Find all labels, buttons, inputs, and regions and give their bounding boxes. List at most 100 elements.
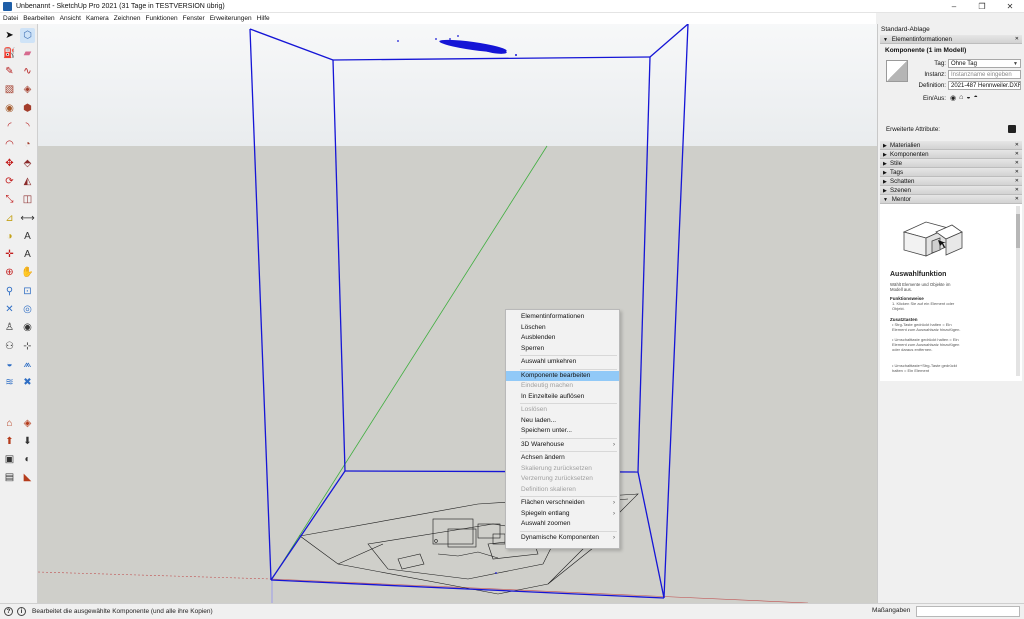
previous-view-tool-button[interactable]: ◎ [20, 303, 35, 318]
context-menu-item[interactable]: Auswahl umkehren [506, 357, 619, 368]
zoom-window-tool-button[interactable]: ⊡ [20, 284, 35, 299]
menu-bearbeiten[interactable]: Bearbeiten [23, 15, 54, 22]
walk-tool-button[interactable]: ⚇ [2, 339, 17, 354]
tray-header-materialien[interactable]: ▶ Materialien ✕ [880, 141, 1022, 150]
cast-shadows-icon[interactable]: ◓ [974, 94, 978, 102]
close-tray-icon[interactable]: ✕ [1015, 177, 1019, 186]
context-menu-item[interactable]: Ausblenden [506, 333, 619, 344]
move-tool-button[interactable]: ✥ [2, 156, 17, 171]
extension-warehouse-tool-button[interactable]: ◈ [20, 416, 35, 431]
text-tool-button[interactable]: A [20, 229, 35, 244]
context-menu-item[interactable]: Neu laden... [506, 416, 619, 427]
close-tray-icon[interactable]: ✕ [1015, 141, 1019, 150]
zoom-tool-button[interactable]: ⚲ [2, 284, 17, 299]
sandbox-from-contours-tool-button[interactable]: ◒ [2, 357, 17, 372]
stamp-tool-button[interactable]: ✖ [20, 376, 35, 391]
instance-name-input[interactable]: Instanzname eingeben [948, 70, 1021, 79]
paint-bucket-tool-button[interactable]: ⛽ [2, 46, 17, 61]
context-menu-item[interactable]: Komponente bearbeiten [506, 370, 619, 382]
look-around-tool-button[interactable]: ◉ [20, 321, 35, 336]
dimension-tool-button[interactable]: ⟷ [20, 211, 35, 226]
close-tray-icon[interactable]: ✕ [1015, 195, 1019, 204]
minimize-button[interactable]: – [940, 0, 968, 13]
context-menu-item[interactable]: Achsen ändern [506, 453, 619, 464]
tray-header-szenen[interactable]: ▶ Szenen ✕ [880, 186, 1022, 195]
lock-icon[interactable]: ⌂ [959, 94, 963, 102]
close-tray-icon[interactable]: ✕ [1015, 35, 1019, 44]
get-models-tool-button[interactable]: ⬇ [20, 434, 35, 449]
mentor-scroll-thumb[interactable] [1016, 214, 1020, 248]
tray-header-tags[interactable]: ▶ Tags ✕ [880, 168, 1022, 177]
make-component-tool-button[interactable]: ⬡ [20, 28, 35, 43]
mentor-header[interactable]: ▼ Mentor ✕ [880, 195, 1022, 204]
context-menu-item[interactable]: In Einzelteile auflösen [506, 392, 619, 403]
section-plane-tool-button[interactable]: ⊹ [20, 339, 35, 354]
position-camera-tool-button[interactable]: ♙ [2, 321, 17, 336]
line-tool-button[interactable]: ✎ [2, 65, 17, 80]
context-menu-item[interactable]: Sperren [506, 344, 619, 355]
close-tray-icon[interactable]: ✕ [1015, 168, 1019, 177]
circle-tool-button[interactable]: ◉ [2, 101, 17, 116]
tray-header-stile[interactable]: ▶ Stile ✕ [880, 159, 1022, 168]
polygon-tool-button[interactable]: ⬢ [20, 101, 35, 116]
advanced-attributes-icon[interactable] [1008, 125, 1016, 133]
rectangle-tool-button[interactable]: ▧ [2, 83, 17, 98]
extension-manager-tool-button[interactable]: ▣ [2, 453, 17, 468]
menu-ansicht[interactable]: Ansicht [60, 15, 81, 22]
rotated-rectangle-tool-button[interactable]: ◈ [20, 83, 35, 98]
maximize-button[interactable]: ❐ [968, 0, 996, 13]
offset-tool-button[interactable]: ◫ [20, 193, 35, 208]
drawing-viewport[interactable]: Elementinformationen Löschen Ausblenden Spe… [38, 24, 877, 603]
close-tray-icon[interactable]: ✕ [1015, 186, 1019, 195]
context-menu-item[interactable]: Löschen [506, 323, 619, 334]
style-builder-tool-button[interactable]: ◣ [20, 471, 35, 486]
share-model-tool-button[interactable]: ⬆ [2, 434, 17, 449]
pan-tool-button[interactable]: ✋ [20, 266, 35, 281]
definition-input[interactable]: 2021-487 Hennweiler.DXF# [948, 81, 1021, 90]
tray-header-schatten[interactable]: ▶ Schatten ✕ [880, 177, 1022, 186]
arc-tool-button[interactable]: ◜ [2, 120, 17, 135]
entity-info-header[interactable]: ▼ Elementinformationen ✕ [880, 35, 1022, 44]
model-geometry[interactable] [38, 24, 877, 603]
tape-measure-tool-button[interactable]: ⊿ [2, 211, 17, 226]
context-menu-item[interactable]: 3D Warehouse › [506, 440, 619, 451]
receive-shadows-icon[interactable]: ◒ [966, 94, 970, 102]
scale-tool-button[interactable]: ⤡ [2, 193, 17, 208]
zoom-extents-tool-button[interactable]: ✕ [2, 303, 17, 318]
context-menu-item[interactable]: Spiegeln entlang › [506, 509, 619, 520]
close-button[interactable]: ✕ [996, 0, 1024, 13]
follow-me-tool-button[interactable]: ◭ [20, 174, 35, 189]
context-menu-item[interactable]: Dynamische Komponenten › [506, 533, 619, 544]
tag-select[interactable]: Ohne Tag ▼ [948, 59, 1021, 68]
close-tray-icon[interactable]: ✕ [1015, 150, 1019, 159]
menu-funktionen[interactable]: Funktionen [145, 15, 177, 22]
rotate-tool-button[interactable]: ⟳ [2, 174, 17, 189]
freehand-tool-button[interactable]: ∿ [20, 65, 35, 80]
select-tool-button[interactable]: ➤ [2, 28, 17, 43]
menu-kamera[interactable]: Kamera [86, 15, 109, 22]
menu-hilfe[interactable]: Hilfe [257, 15, 270, 22]
info-icon[interactable]: i [17, 607, 26, 616]
context-menu-item[interactable]: Elementinformationen [506, 312, 619, 323]
orbit-tool-button[interactable]: ⊕ [2, 266, 17, 281]
menu-datei[interactable]: Datei [3, 15, 18, 22]
eraser-tool-button[interactable]: ▰ [20, 46, 35, 61]
help-icon[interactable]: ? [4, 607, 13, 616]
menu-fenster[interactable]: Fenster [183, 15, 205, 22]
layout-tool-button[interactable]: ▤ [2, 471, 17, 486]
push-pull-tool-button[interactable]: ⬘ [20, 156, 35, 171]
3d-text-tool-button[interactable]: A [20, 248, 35, 263]
context-menu-item[interactable]: Flächen verschneiden › [506, 498, 619, 509]
tray-header-komponenten[interactable]: ▶ Komponenten ✕ [880, 150, 1022, 159]
menu-erweiterungen[interactable]: Erweiterungen [210, 15, 252, 22]
close-tray-icon[interactable]: ✕ [1015, 159, 1019, 168]
three-point-arc-tool-button[interactable]: ◠ [2, 138, 17, 153]
menu-zeichnen[interactable]: Zeichnen [114, 15, 141, 22]
sandbox-from-scratch-tool-button[interactable]: ⩕ [20, 357, 35, 372]
eye-icon[interactable]: ◉ [950, 94, 956, 102]
smoove-tool-button[interactable]: ≋ [2, 376, 17, 391]
axes-tool-button[interactable]: ✛ [2, 248, 17, 263]
measurements-input[interactable] [916, 606, 1020, 617]
protractor-tool-button[interactable]: ◑ [2, 229, 17, 244]
context-menu-item[interactable]: Speichern unter... [506, 426, 619, 437]
